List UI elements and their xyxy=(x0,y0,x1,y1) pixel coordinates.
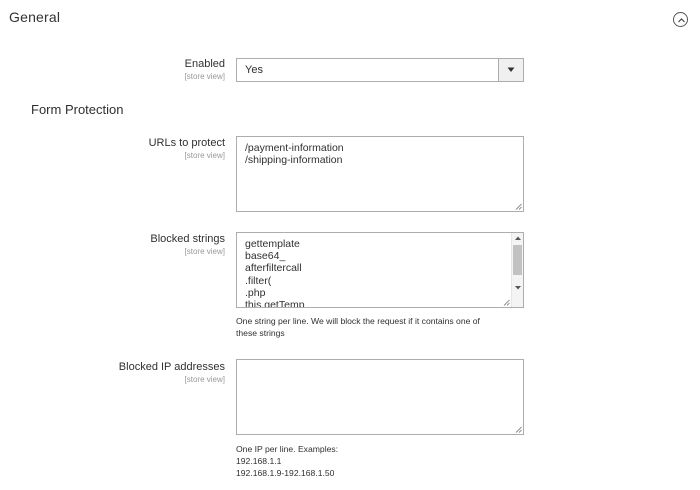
blocked-strings-note-line: these strings xyxy=(236,328,285,338)
blocked-string-line: .filter( xyxy=(245,274,272,287)
enabled-select[interactable]: Yes xyxy=(236,58,524,82)
blocked-strings-note: One string per line. We will block the r… xyxy=(236,315,480,339)
blocked-ips-label-group: Blocked IP addresses [store view] xyxy=(20,361,225,385)
urls-textarea[interactable]: /payment-information /shipping-informati… xyxy=(236,136,524,212)
blocked-string-line: base64_ xyxy=(245,250,286,263)
section-title: General xyxy=(9,9,61,25)
blocked-string-line: .php xyxy=(245,286,266,299)
section-header[interactable]: General xyxy=(0,0,700,36)
blocked-string-line: afterfiltercall xyxy=(245,262,302,275)
blocked-strings-note-line: One string per line. We will block the r… xyxy=(236,316,480,326)
blocked-string-line: this.getTemp xyxy=(245,299,305,308)
blocked-ips-note-line: 192.168.1.9-192.168.1.50 xyxy=(236,468,335,478)
enabled-select-button[interactable] xyxy=(498,59,523,81)
urls-label: URLs to protect xyxy=(148,137,225,149)
chevron-up-circle-icon[interactable] xyxy=(673,12,688,27)
blocked-strings-scrollbar[interactable] xyxy=(511,233,523,307)
enabled-label-group: Enabled [store view] xyxy=(20,58,225,82)
form-protection-title: Form Protection xyxy=(31,102,124,117)
enabled-scope: [store view] xyxy=(184,72,225,81)
urls-scope: [store view] xyxy=(184,151,225,160)
blocked-strings-label: Blocked strings xyxy=(150,233,225,245)
scroll-up-arrow-icon[interactable] xyxy=(515,236,521,240)
caret-down-icon xyxy=(507,67,515,72)
blocked-ips-note: One IP per line. Examples: 192.168.1.1 1… xyxy=(236,443,338,479)
urls-line: /payment-information xyxy=(245,142,344,154)
blocked-strings-label-group: Blocked strings [store view] xyxy=(20,233,225,257)
blocked-ips-label: Blocked IP addresses xyxy=(118,361,225,373)
blocked-ips-textarea[interactable] xyxy=(236,359,524,435)
blocked-ips-scope: [store view] xyxy=(184,375,225,384)
blocked-ips-note-line: 192.168.1.1 xyxy=(236,456,282,466)
enabled-label: Enabled xyxy=(184,58,225,70)
urls-label-group: URLs to protect [store view] xyxy=(20,137,225,161)
blocked-strings-textarea[interactable]: gettemplate base64_ afterfiltercall .fil… xyxy=(236,232,524,308)
resize-grip-icon[interactable] xyxy=(515,426,522,433)
blocked-ips-note-line: One IP per line. Examples: xyxy=(236,444,339,454)
blocked-string-line: gettemplate xyxy=(245,238,300,250)
resize-grip-icon[interactable] xyxy=(515,203,522,210)
enabled-select-value: Yes xyxy=(245,64,263,76)
resize-grip-icon[interactable] xyxy=(503,299,510,306)
scroll-thumb[interactable] xyxy=(513,245,522,275)
urls-line: /shipping-information xyxy=(245,154,343,167)
scroll-down-arrow-icon[interactable] xyxy=(515,286,521,290)
blocked-strings-scope: [store view] xyxy=(184,247,225,256)
